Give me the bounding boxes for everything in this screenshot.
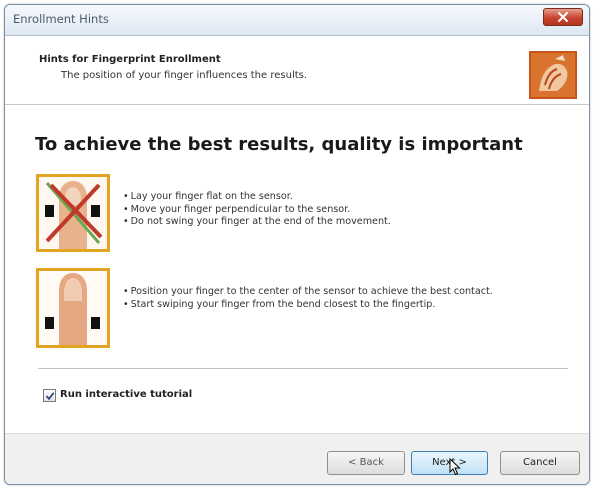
button-bar: < Back Next > Cancel	[5, 433, 589, 484]
incorrect-finger-image	[36, 174, 110, 252]
header-subtitle: The position of your finger influences t…	[61, 70, 308, 81]
correct-finger-image	[36, 268, 110, 348]
enrollment-hints-window: Enrollment Hints Hints for Fingerprint E…	[4, 4, 590, 485]
correct-hints-list: Position your finger to the center of th…	[123, 286, 493, 311]
divider	[38, 368, 568, 369]
cancel-button[interactable]: Cancel	[500, 451, 580, 475]
main-heading: To achieve the best results, quality is …	[35, 134, 523, 155]
hint-item: Start swiping your finger from the bend …	[123, 299, 493, 312]
run-tutorial-label[interactable]: Run interactive tutorial	[60, 389, 192, 400]
content-area: To achieve the best results, quality is …	[5, 105, 589, 433]
hint-item: Move your finger perpendicular to the se…	[123, 204, 391, 217]
title-bar[interactable]: Enrollment Hints	[5, 5, 589, 36]
window-title: Enrollment Hints	[13, 12, 109, 26]
hint-item: Position your finger to the center of th…	[123, 286, 493, 299]
hint-item: Lay your finger flat on the sensor.	[123, 191, 391, 204]
header-title: Hints for Fingerprint Enrollment	[39, 54, 221, 65]
run-tutorial-checkbox[interactable]	[43, 389, 56, 402]
hint-item: Do not swing your finger at the end of t…	[123, 216, 391, 229]
close-button[interactable]	[543, 8, 583, 26]
mouse-pointer-icon	[449, 457, 461, 480]
fingerprint-hand-icon	[529, 51, 577, 99]
incorrect-hints-list: Lay your finger flat on the sensor. Move…	[123, 191, 391, 229]
wizard-header: Hints for Fingerprint Enrollment The pos…	[5, 36, 589, 105]
back-button[interactable]: < Back	[327, 451, 405, 475]
